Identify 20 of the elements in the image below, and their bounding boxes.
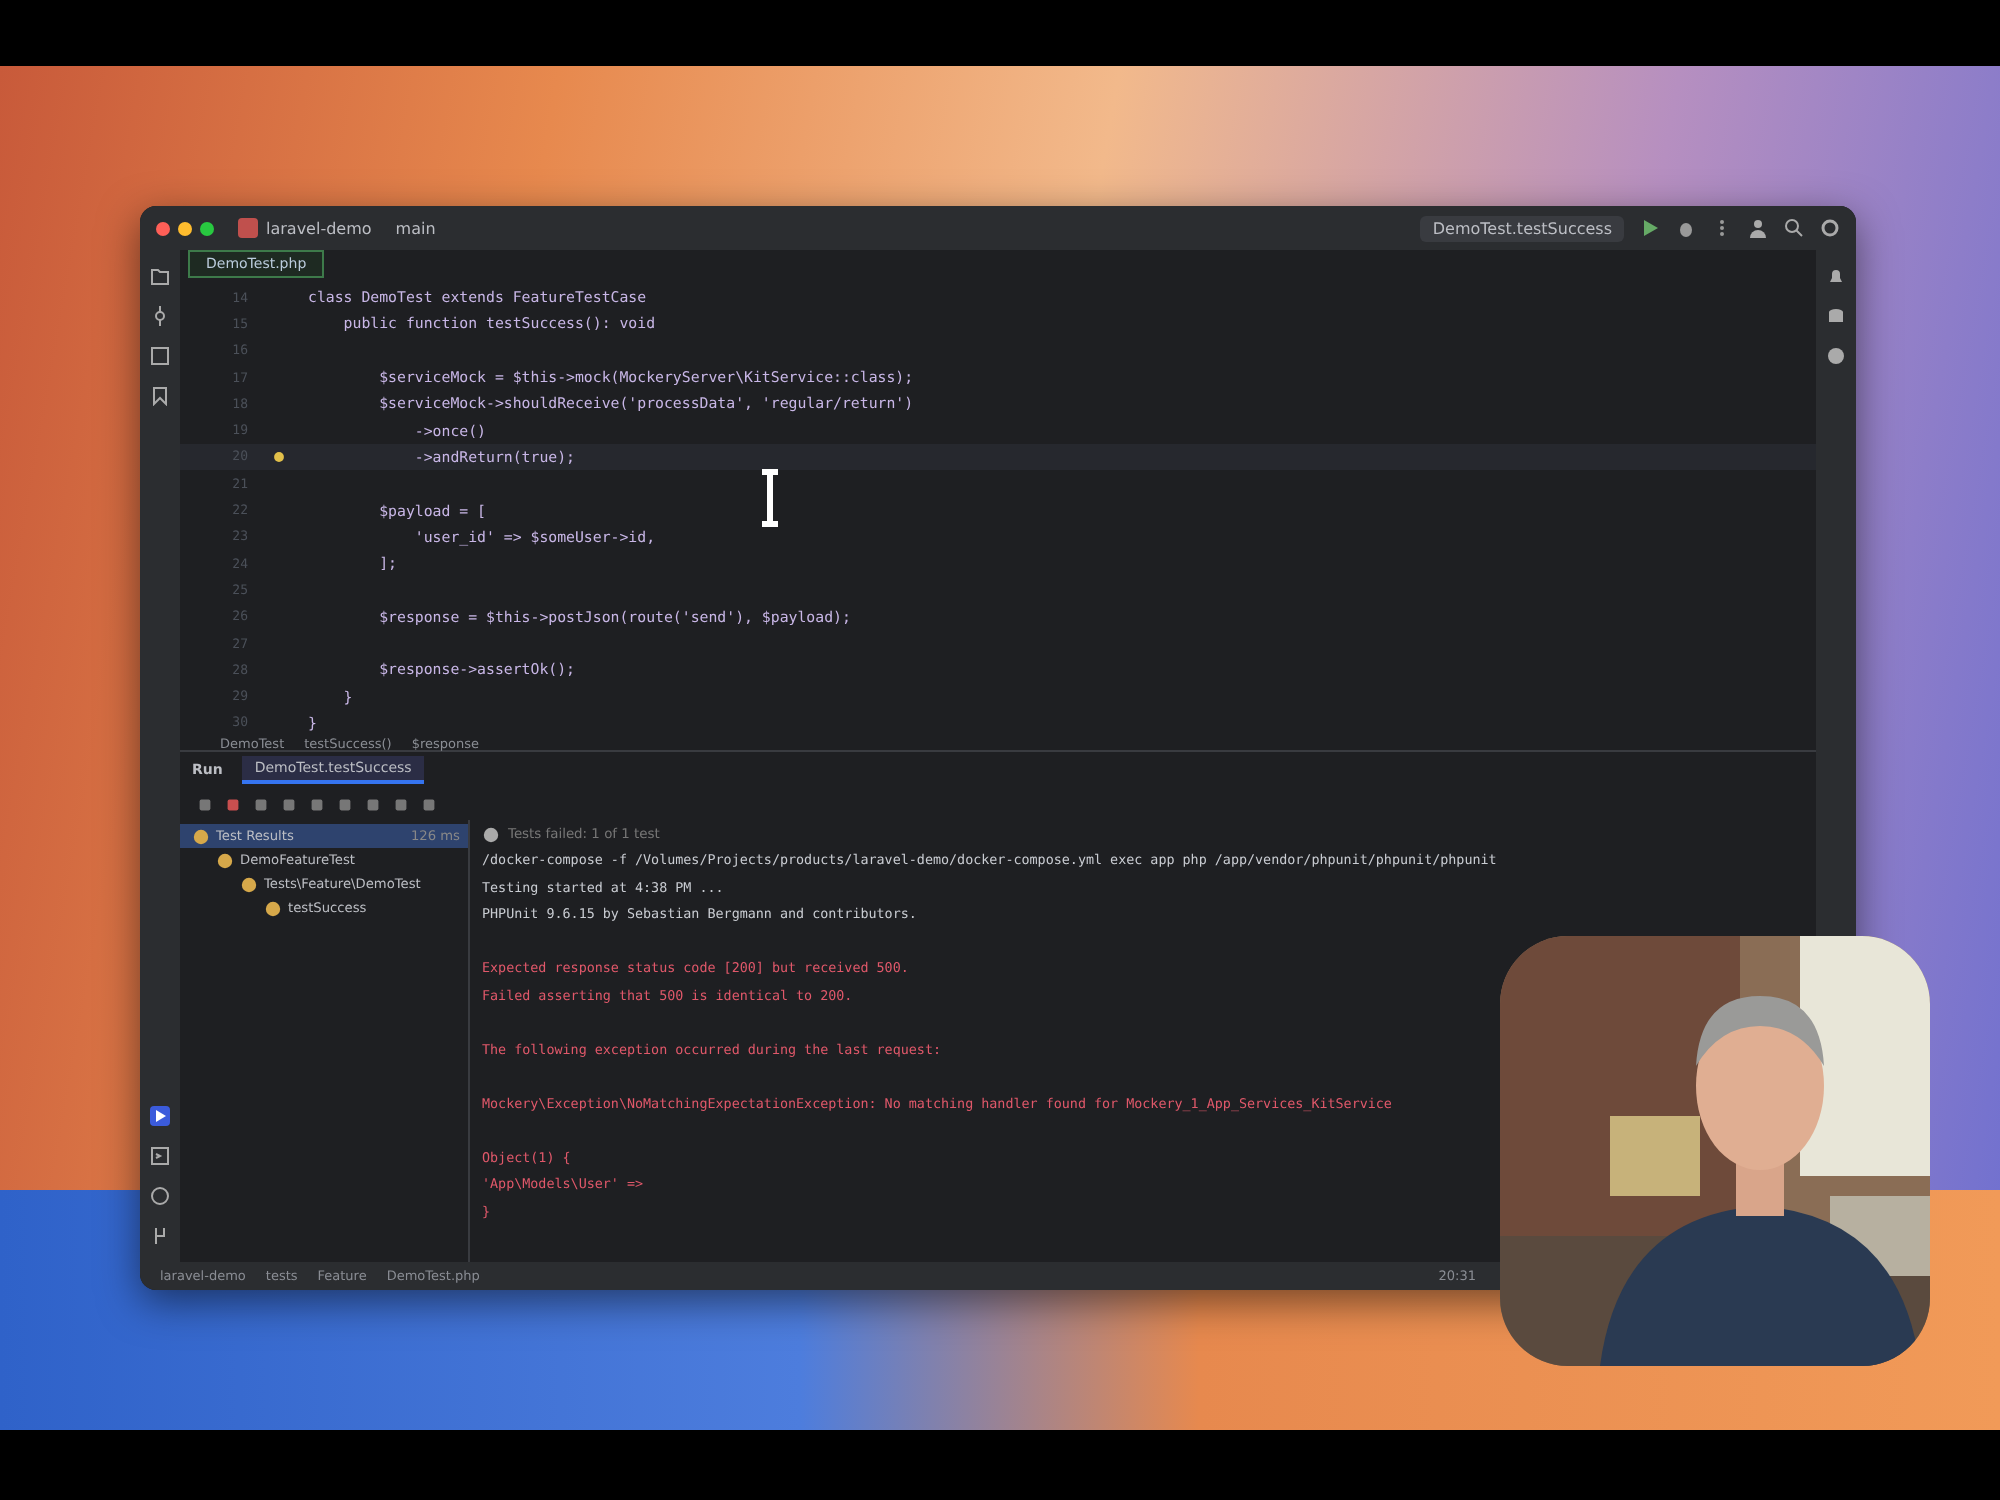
person-icon[interactable] [1748,218,1768,238]
minimize-button[interactable] [178,221,192,235]
close-button[interactable] [156,221,170,235]
commit-icon[interactable] [150,306,170,326]
database-icon[interactable] [1826,306,1846,326]
branch-selector[interactable]: main [395,219,436,237]
text-cursor-icon [758,468,782,528]
run-configuration[interactable]: DemoTest.testSuccess [1420,215,1624,241]
notifications-icon[interactable] [1826,266,1846,286]
terminal-icon[interactable] [150,1146,170,1166]
run-tool-icon[interactable] [150,1106,170,1126]
zoom-button[interactable] [200,221,214,235]
project-selector[interactable]: laravel-demo [230,214,380,242]
play-icon[interactable] [1640,218,1660,238]
structure-icon[interactable] [150,346,170,366]
lightbulb-icon[interactable] [271,449,285,464]
git-icon[interactable] [150,1226,170,1246]
search-icon[interactable] [1784,218,1804,238]
bookmark-icon[interactable] [150,386,170,406]
folder-icon[interactable] [150,266,170,286]
